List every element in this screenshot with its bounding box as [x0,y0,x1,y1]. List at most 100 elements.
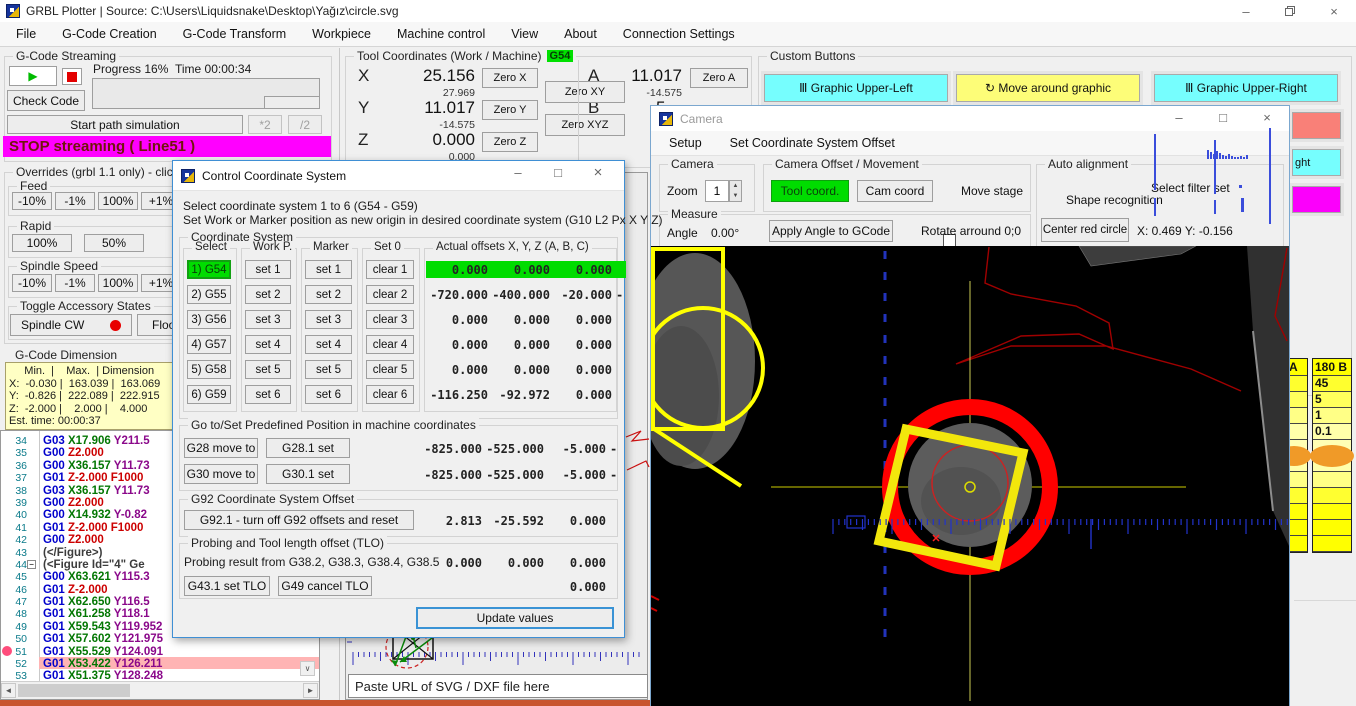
camera-menu-setup[interactable]: Setup [669,136,702,150]
tool-coord-button[interactable]: Tool coord. [771,180,849,202]
stop-streaming-button[interactable]: STOP streaming ( Line51 ) [3,136,331,157]
zoom-stepper[interactable]: ▲▼ [729,180,742,202]
cs-select-button-6[interactable]: 6) G59 [187,385,231,404]
cs-clear-button-1[interactable]: clear 1 [366,260,414,279]
cs-select-button-1[interactable]: 1) G54 [187,260,231,279]
hscrollbar[interactable]: ◄ ► [1,681,319,699]
cs-work-button-5[interactable]: set 5 [245,360,291,379]
svg-url-input[interactable] [348,674,648,698]
menu-item-view[interactable]: View [511,27,538,41]
cs-marker-button-3[interactable]: set 3 [305,310,352,329]
stream-stop-button[interactable] [62,68,82,85]
spindle-override--10[interactable]: -10% [12,274,52,292]
zoom-value-field[interactable]: 1 [705,180,729,202]
cs-select-button-2[interactable]: 2) G55 [187,285,231,304]
jog-b-cell-7[interactable] [1313,472,1351,488]
g30-set-button[interactable]: G30.1 set [266,464,350,484]
zero-xyz-button[interactable]: Zero XYZ [545,114,625,136]
feed-override-100[interactable]: 100% [98,192,138,210]
minimize-icon[interactable]: – [1224,0,1268,22]
cs-marker-button-6[interactable]: set 6 [305,385,352,404]
fold-toggle-icon[interactable]: − [27,560,36,569]
custom-side-button-3[interactable] [1292,186,1341,213]
apply-angle-button[interactable]: Apply Angle to GCode [769,220,893,242]
menu-item-workpiece[interactable]: Workpiece [312,27,371,41]
jog-b-cell-9[interactable] [1313,504,1351,520]
jog-b-indicator[interactable] [1310,445,1354,467]
camera-close-icon[interactable]: × [1245,106,1289,128]
jog-a-cell-10[interactable] [1287,520,1307,536]
cs-select-button-3[interactable]: 3) G56 [187,310,231,329]
cs-work-button-3[interactable]: set 3 [245,310,291,329]
custom-side-button-2[interactable]: ght [1292,149,1341,176]
cs-marker-button-2[interactable]: set 2 [305,285,352,304]
cs-clear-button-5[interactable]: clear 5 [366,360,414,379]
cs-work-button-2[interactable]: set 2 [245,285,291,304]
hscroll-left-icon[interactable]: ◄ [1,683,16,698]
cs-clear-button-4[interactable]: clear 4 [366,335,414,354]
cs-select-button-5[interactable]: 5) G58 [187,360,231,379]
zero-xy-button[interactable]: Zero XY [545,81,625,103]
dialog-maximize-icon[interactable]: □ [538,161,578,183]
zero-x-button[interactable]: Zero X [482,68,538,88]
jog-a-cell-1[interactable] [1287,376,1307,392]
cam-coord-button[interactable]: Cam coord [857,180,933,202]
g28-set-button[interactable]: G28.1 set [266,438,350,458]
check-code-button[interactable]: Check Code [7,90,85,111]
restore-icon[interactable] [1268,0,1312,22]
dialog-close-icon[interactable]: × [578,161,618,183]
update-values-button[interactable]: Update values [416,607,614,629]
dialog-titlebar[interactable]: Control Coordinate System – □ × [173,161,624,191]
jog-a-cell-4[interactable] [1287,424,1307,440]
g92-reset-button[interactable]: G92.1 - turn off G92 offsets and reset [184,510,414,530]
jog-a-cell-11[interactable] [1287,536,1307,552]
jog-b-cell-1[interactable]: 45 [1313,376,1351,392]
jog-b-cell-2[interactable]: 5 [1313,392,1351,408]
rapid-override-50[interactable]: 50% [84,234,144,252]
custom-button-2[interactable]: ↻ Move around graphic [956,74,1140,102]
hscroll-thumb[interactable] [18,684,130,697]
jog-a-cell-3[interactable] [1287,408,1307,424]
gcode-line[interactable]: 51G01 X55.529 Y124.091 [1,645,319,657]
vscroll-down-icon[interactable]: ∨ [300,661,315,676]
speed-div2-button[interactable]: /2 [288,115,322,134]
camera-menu-set-coordinate-system-offset[interactable]: Set Coordinate System Offset [730,136,895,150]
center-red-circle-button[interactable]: Center red circle [1041,218,1129,242]
jog-a-cell-7[interactable] [1287,472,1307,488]
jog-b-cell-11[interactable] [1313,536,1351,552]
spindle-override-100[interactable]: 100% [98,274,138,292]
cs-marker-button-5[interactable]: set 5 [305,360,352,379]
stepper-up-icon[interactable]: ▲ [733,183,739,189]
start-simulation-button[interactable]: Start path simulation [7,115,243,134]
cs-work-button-1[interactable]: set 1 [245,260,291,279]
menu-item-connection-settings[interactable]: Connection Settings [623,27,735,41]
jog-a-cell-9[interactable] [1287,504,1307,520]
g30-move-button[interactable]: G30 move to [184,464,258,484]
spindle-cw-button[interactable]: Spindle CW [10,314,132,336]
zero-a-button[interactable]: Zero A [690,68,748,88]
rapid-override-100[interactable]: 100% [12,234,72,252]
url-input-field[interactable] [353,678,647,695]
speed-x2-button[interactable]: *2 [248,115,282,134]
camera-view[interactable] [651,246,1289,706]
cs-clear-button-6[interactable]: clear 6 [366,385,414,404]
cs-marker-button-4[interactable]: set 4 [305,335,352,354]
camera-titlebar[interactable]: Camera – □ × [651,106,1289,131]
spindle-override--1[interactable]: -1% [55,274,95,292]
jog-b-cell-3[interactable]: 1 [1313,408,1351,424]
hscroll-right-icon[interactable]: ► [303,683,318,698]
zero-z-button[interactable]: Zero Z [482,132,538,152]
cs-select-button-4[interactable]: 4) G57 [187,335,231,354]
feed-override--10[interactable]: -10% [12,192,52,210]
camera-maximize-icon[interactable]: □ [1201,106,1245,128]
camera-minimize-icon[interactable]: – [1157,106,1201,128]
menu-item-g-code-creation[interactable]: G-Code Creation [62,27,157,41]
jog-b-cell-8[interactable] [1313,488,1351,504]
cs-clear-button-3[interactable]: clear 3 [366,310,414,329]
zero-y-button[interactable]: Zero Y [482,100,538,120]
cs-work-button-6[interactable]: set 6 [245,385,291,404]
feed-override--1[interactable]: -1% [55,192,95,210]
menu-item-machine-control[interactable]: Machine control [397,27,485,41]
jog-a-cell-8[interactable] [1287,488,1307,504]
custom-side-button-1[interactable] [1292,112,1341,139]
